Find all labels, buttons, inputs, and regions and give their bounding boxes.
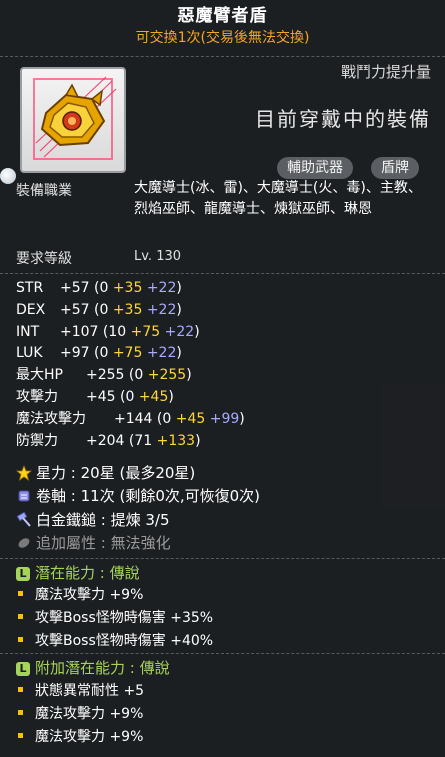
item-icon-frame (20, 67, 126, 173)
bullet-icon (18, 687, 23, 692)
stat-row: 攻擊力 +45 (0 +45) (16, 388, 174, 405)
bullet-icon (18, 614, 23, 619)
bonus-potential-line: 魔法攻擊力 +9% (18, 726, 143, 748)
scroll-icon (18, 490, 30, 502)
shield-item-icon (33, 76, 117, 160)
tag-secondary-weapon: 輔助武器 (277, 157, 353, 179)
hammer-icon (16, 512, 31, 527)
bonus-potential-line: 魔法攻擊力 +9% (18, 703, 143, 725)
star-force-row: 星力 : 20星 (最多20星) (16, 462, 195, 484)
potential-line: 攻擊Boss怪物時傷害 +40% (18, 630, 213, 652)
bonus-potential-line: 狀態異常耐性 +5 (18, 680, 144, 702)
bonus-potential-header: L 附加潛在能力 : 傳說 (16, 657, 170, 679)
divider (0, 273, 445, 274)
item-tooltip: 惡魔臂者盾 可交換1次(交易後無法交換) 戰鬥力提升量 目前穿戴中的裝備 輔助武… (0, 0, 445, 757)
divider (0, 653, 445, 654)
stat-list: STR +57 (0 +35 +22) DEX +57 (0 +35 +22) IN… (16, 278, 245, 452)
stat-row: 防禦力 +204 (71 +133) (16, 432, 201, 449)
bullet-icon (18, 637, 23, 642)
jobs-label: 裝備職業 (16, 183, 72, 199)
stat-row: 魔法攻擊力 +144 (0 +45 +99) (16, 410, 245, 427)
tooltip-header: 惡魔臂者盾 可交換1次(交易後無法交換) (0, 0, 445, 48)
leaf-icon (18, 538, 30, 548)
platinum-hammer-row: 白金鐵鎚 : 提煉 3/5 (16, 509, 170, 531)
divider (0, 558, 445, 559)
bullet-icon (18, 710, 23, 715)
bullet-icon (18, 591, 23, 596)
scroll-row: 卷軸 : 11次 (剩餘0次,可恢復0次) (16, 485, 260, 507)
item-name: 惡魔臂者盾 (177, 6, 268, 26)
legendary-badge-icon: L (16, 662, 30, 676)
legendary-badge-icon: L (16, 567, 30, 581)
potential-line: 攻擊Boss怪物時傷害 +35% (18, 607, 213, 629)
stat-row: DEX +57 (0 +35 +22) (16, 301, 182, 318)
stat-row: LUK +97 (0 +75 +22) (16, 345, 182, 362)
star-icon (16, 465, 32, 481)
trade-note: 可交換1次(交易後無法交換) (135, 30, 310, 46)
potential-line: 魔法攻擊力 +9% (18, 584, 143, 606)
jobs-text: 大魔導士(冰、雷)、大魔導士(火、毒)、主教、烈焰巫師、龍魔導士、煉獄巫師、琳恩 (134, 180, 422, 217)
potential-header: L 潛在能力 : 傳說 (16, 562, 140, 584)
stat-row: 最大HP +255 (0 +255) (16, 367, 192, 384)
combat-power-label: 戰鬥力提升量 (340, 63, 431, 81)
stat-row: INT +107 (10 +75 +22) (16, 323, 200, 340)
additional-option-row: 追加屬性 : 無法強化 (16, 532, 171, 554)
required-level-label: 要求等級 (16, 251, 72, 267)
required-level-value: Lv. 130 (134, 249, 182, 264)
stat-row: STR +57 (0 +35 +22) (16, 280, 182, 296)
equipped-label: 目前穿戴中的裝備 (255, 107, 431, 131)
decorative-orb-icon (0, 168, 16, 184)
divider (0, 56, 445, 57)
bullet-icon (18, 733, 23, 738)
tag-shield: 盾牌 (371, 157, 419, 179)
